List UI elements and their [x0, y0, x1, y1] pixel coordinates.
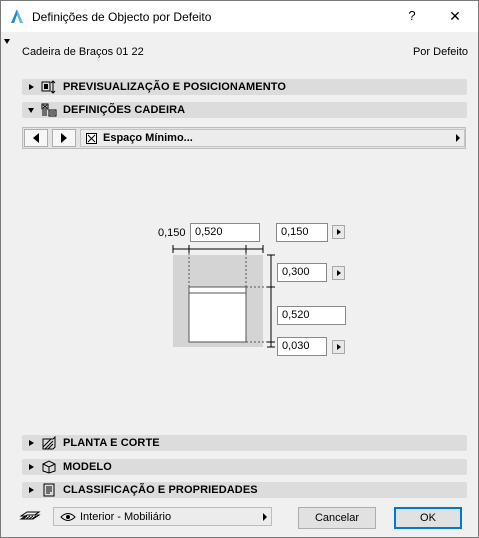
minimum-space-diagram — [172, 245, 275, 348]
ok-button[interactable]: OK — [394, 507, 462, 529]
arrow-right-icon — [61, 133, 67, 143]
expand-arrow-icon — [29, 84, 34, 90]
panel-preview-header[interactable]: PREVISUALIZAÇÃO E POSICIONAMENTO — [22, 79, 467, 95]
panel-chair-header[interactable]: DEFINIÇÕES CADEIRA — [22, 102, 467, 118]
cancel-button[interactable]: Cancelar — [298, 507, 376, 529]
page-navigation-bar: Espaço Mínimo... — [22, 127, 466, 149]
expand-arrow-icon — [29, 487, 34, 493]
expand-arrow-icon — [29, 464, 34, 470]
minimum-space-icon — [86, 132, 97, 144]
default-label: Por Defeito — [412, 46, 468, 58]
depth-field[interactable]: 0,520 — [277, 306, 346, 325]
dialog-window: Definições de Objecto por Defeito ? ✕ Ca… — [0, 0, 479, 538]
window-title: Definições de Objecto por Defeito — [32, 10, 212, 24]
archicad-logo-icon — [11, 9, 23, 23]
panel-classification-label: CLASSIFICAÇÃO E PROPRIEDADES — [63, 484, 258, 496]
panel-preview-label: PREVISUALIZAÇÃO E POSICIONAMENTO — [63, 81, 287, 93]
panel-model-header[interactable]: MODELO — [22, 459, 467, 475]
previous-page-button[interactable] — [24, 129, 48, 147]
front-clearance-field[interactable]: 0,030 — [277, 337, 327, 356]
back-clearance-field[interactable]: 0,300 — [277, 263, 327, 282]
page-selector[interactable]: Espaço Mínimo... — [80, 129, 465, 147]
classification-list-icon — [41, 483, 57, 497]
next-page-button[interactable] — [52, 129, 76, 147]
title-bar: Definições de Objecto por Defeito ? ✕ — [1, 1, 478, 32]
right-clearance-link-button[interactable] — [332, 225, 345, 239]
collapse-arrow-icon — [28, 107, 34, 113]
panel-chair-label: DEFINIÇÕES CADEIRA — [63, 104, 186, 116]
chair-settings-icon — [41, 103, 57, 117]
chevron-right-icon — [263, 513, 267, 521]
layer-selector-label: Interior - Mobiliário — [80, 510, 172, 523]
back-clearance-link-button[interactable] — [332, 266, 345, 280]
width-field[interactable]: 0,520 — [190, 223, 260, 242]
right-clearance-field[interactable]: 0,150 — [276, 223, 328, 242]
close-button[interactable]: ✕ — [437, 6, 473, 26]
expand-arrow-icon — [29, 440, 34, 446]
collapse-arrow-icon[interactable] — [4, 39, 10, 44]
panel-plan-label: PLANTA E CORTE — [63, 437, 160, 449]
plan-section-icon — [41, 436, 57, 450]
chevron-right-icon — [456, 134, 460, 142]
left-clearance-value: 0,150 — [158, 227, 186, 239]
preview-position-icon — [41, 80, 57, 94]
page-selector-label: Espaço Mínimo... — [103, 132, 193, 144]
eye-icon — [60, 512, 76, 521]
panel-model-label: MODELO — [63, 461, 112, 473]
layer-icon — [19, 511, 41, 520]
help-button[interactable]: ? — [401, 6, 423, 26]
arrow-right-icon — [336, 344, 341, 350]
arrow-right-icon — [336, 270, 341, 276]
front-clearance-link-button[interactable] — [332, 340, 345, 354]
panel-plan-header[interactable]: PLANTA E CORTE — [22, 435, 467, 451]
panel-classification-header[interactable]: CLASSIFICAÇÃO E PROPRIEDADES — [22, 482, 467, 498]
arrow-left-icon — [33, 133, 39, 143]
object-name: Cadeira de Braços 01 22 — [22, 46, 144, 58]
layer-selector[interactable]: Interior - Mobiliário — [53, 507, 272, 526]
arrow-right-icon — [336, 229, 341, 235]
model-cube-icon — [41, 460, 57, 474]
